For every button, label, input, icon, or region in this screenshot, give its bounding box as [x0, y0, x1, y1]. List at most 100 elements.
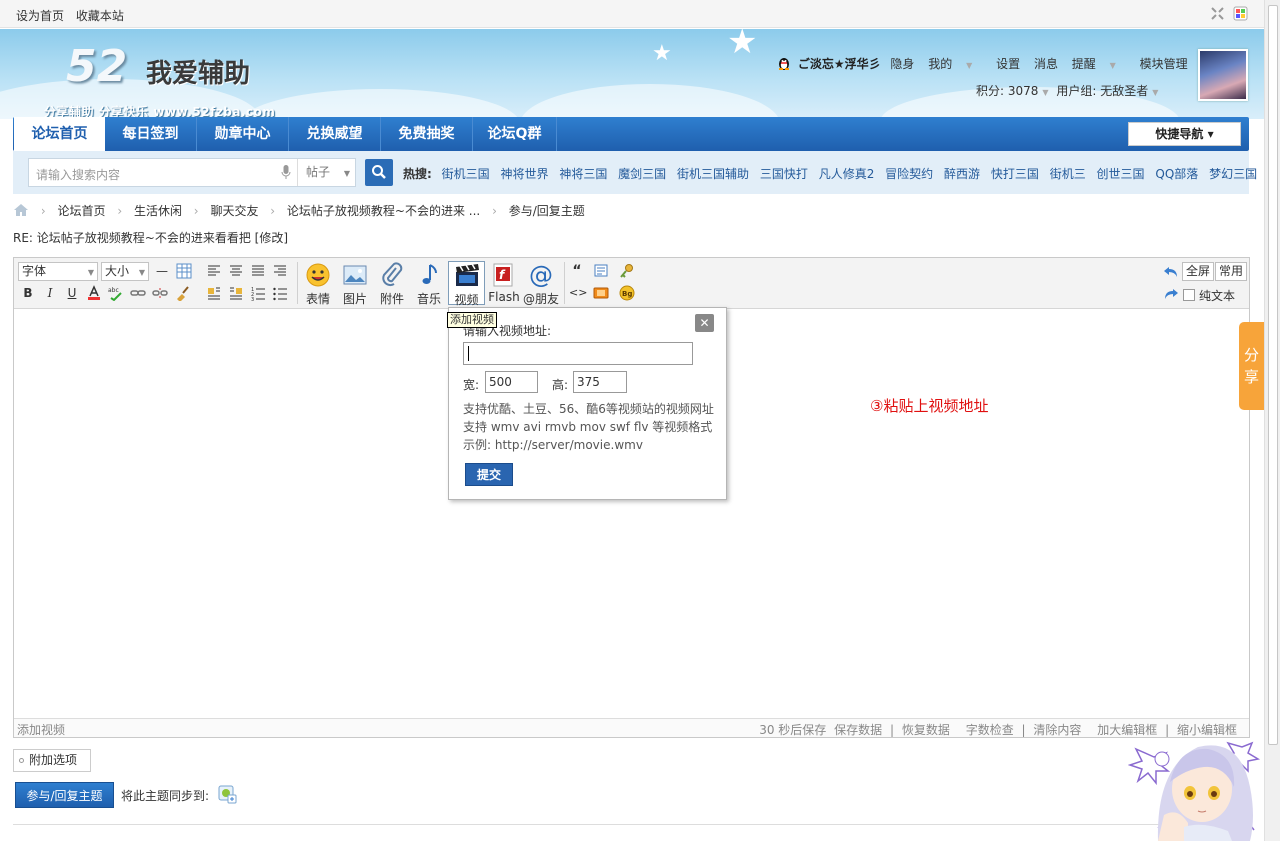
hide-content-icon[interactable] [593, 285, 609, 301]
hot-search-link[interactable]: 冒险契约 [885, 167, 933, 181]
hot-search-link[interactable]: 梦幻三国 [1209, 167, 1257, 181]
set-home-link[interactable]: 设为首页 [16, 9, 64, 23]
hot-search-link[interactable]: 醉西游 [944, 167, 980, 181]
clear-content-link[interactable]: 清除内容 [1033, 723, 1081, 737]
align-right-icon[interactable] [272, 263, 288, 279]
quick-nav-button[interactable]: 快捷导航 ▾ [1128, 122, 1241, 146]
scrollbar-thumb[interactable] [1268, 5, 1278, 745]
underline-icon[interactable]: U [64, 285, 80, 301]
qzone-sync-icon[interactable] [218, 785, 237, 804]
nav-item-forum-home[interactable]: 论坛首页 [14, 117, 105, 152]
search-bar: 请输入搜索内容 帖子 ▼ 热搜: 街机三国 神将世界 神将三国 魔剑三国 街机三… [13, 151, 1257, 194]
spellcheck-icon[interactable]: abc [108, 285, 124, 301]
hot-search-link[interactable]: 快打三国 [991, 167, 1039, 181]
nav-item-free-lottery[interactable]: 免费抽奖 [381, 117, 473, 151]
search-input[interactable]: 请输入搜索内容 帖子 ▼ [28, 158, 356, 187]
fullscreen-toggle-icon[interactable] [1210, 6, 1225, 21]
table-icon[interactable] [176, 263, 192, 279]
hot-search-link[interactable]: 创世三国 [1097, 167, 1145, 181]
word-count-link[interactable]: 字数检查 [966, 723, 1014, 737]
width-input[interactable]: 500 [485, 371, 538, 393]
video-url-input[interactable] [463, 342, 693, 365]
font-family-select[interactable]: 字体 ▼ [18, 262, 98, 281]
breadcrumb-item[interactable]: 生活休闲 [134, 204, 182, 218]
user-link-reminders[interactable]: 提醒 ▼ [1072, 57, 1126, 71]
points-label[interactable]: 积分: 3078 [976, 84, 1038, 98]
username-link[interactable]: ご淡忘★浮华彡 [798, 57, 881, 71]
user-link-module-manage[interactable]: 模块管理 [1140, 57, 1188, 71]
microphone-icon[interactable] [281, 165, 291, 180]
unlink-icon[interactable] [152, 285, 168, 301]
restore-data-link[interactable]: 恢复数据 [902, 723, 950, 737]
hot-search-link[interactable]: 三国快打 [760, 167, 808, 181]
ordered-list-icon[interactable]: 123 [250, 285, 266, 301]
hot-search-link[interactable]: 街机三国辅助 [677, 167, 749, 181]
hot-search-link[interactable]: 街机三国 [442, 167, 490, 181]
free-block-icon[interactable] [593, 263, 609, 279]
user-link-messages[interactable]: 消息 [1034, 57, 1058, 71]
background-icon[interactable]: Bg [619, 285, 635, 301]
align-center-icon[interactable] [228, 263, 244, 279]
text-color-icon[interactable] [86, 285, 102, 301]
nav-item-exchange-prestige[interactable]: 兑换威望 [289, 117, 381, 151]
attachment-button[interactable]: 附件 [374, 261, 410, 306]
hot-search-link[interactable]: 魔剑三国 [618, 167, 666, 181]
music-button[interactable]: 音乐 [411, 261, 447, 306]
nav-item-daily-checkin[interactable]: 每日签到 [105, 117, 197, 151]
breadcrumb-item[interactable]: 论坛帖子放视频教程~不会的进来 ... [287, 204, 480, 218]
hot-search-link[interactable]: QQ部落 [1155, 167, 1198, 181]
image-button[interactable]: 图片 [337, 261, 373, 306]
hot-search-link[interactable]: 街机三 [1050, 167, 1086, 181]
avatar[interactable] [1198, 49, 1248, 101]
nav-item-forum-qq-group[interactable]: 论坛Q群 [473, 117, 557, 151]
breadcrumb-item[interactable]: 论坛首页 [57, 204, 105, 218]
user-link-invisible[interactable]: 隐身 [890, 57, 914, 71]
italic-icon[interactable]: I [42, 285, 58, 301]
horizontal-rule-icon[interactable]: — [154, 263, 170, 279]
align-left-icon[interactable] [206, 263, 222, 279]
user-link-my[interactable]: 我的 ▼ [928, 57, 982, 71]
search-button[interactable] [365, 159, 393, 186]
flash-button[interactable]: f Flash [486, 261, 522, 305]
search-type-select[interactable]: 帖子 ▼ [297, 159, 357, 186]
plain-text-checkbox[interactable] [1183, 289, 1195, 301]
chevron-down-icon: ▼ [1109, 61, 1116, 70]
emoji-button[interactable]: 表情 [300, 261, 336, 306]
home-icon[interactable] [13, 203, 29, 217]
align-justify-icon[interactable] [250, 263, 266, 279]
undo-icon[interactable] [1163, 264, 1179, 280]
page-scrollbar[interactable] [1264, 0, 1280, 841]
share-side-tab[interactable]: 分享 [1239, 322, 1264, 410]
bold-icon[interactable]: B [20, 285, 36, 301]
mention-friend-button[interactable]: @ @朋友 [523, 261, 559, 306]
submit-video-button[interactable]: 提交 [465, 463, 513, 486]
link-icon[interactable] [130, 285, 146, 301]
hot-search-link[interactable]: 神将三国 [559, 167, 607, 181]
user-group-label[interactable]: 用户组: 无敌圣者 [1056, 84, 1148, 98]
reply-topic-button[interactable]: 参与/回复主题 [15, 782, 114, 808]
height-input[interactable]: 375 [573, 371, 627, 393]
code-icon[interactable]: <> [569, 285, 587, 301]
password-key-icon[interactable] [619, 263, 635, 279]
float-right-icon[interactable] [228, 285, 244, 301]
quote-icon[interactable]: “ [569, 263, 585, 279]
clear-format-icon[interactable] [174, 285, 190, 301]
user-link-settings[interactable]: 设置 [996, 57, 1020, 71]
video-button[interactable]: 视频 [448, 261, 485, 307]
breadcrumb-item[interactable]: 聊天交友 [210, 204, 258, 218]
float-left-icon[interactable] [206, 285, 222, 301]
extra-options-button[interactable]: 附加选项 [13, 749, 91, 772]
hot-search-link[interactable]: 凡人修真2 [819, 167, 875, 181]
save-data-link[interactable]: 保存数据 [834, 723, 882, 737]
close-icon[interactable]: ✕ [695, 314, 714, 332]
nav-item-medal-center[interactable]: 勋章中心 [197, 117, 289, 151]
chevron-right-icon: › [270, 204, 276, 218]
redo-icon[interactable] [1163, 286, 1179, 302]
hot-search-link[interactable]: 神将世界 [500, 167, 548, 181]
unordered-list-icon[interactable] [272, 285, 288, 301]
font-size-select[interactable]: 大小 ▼ [101, 262, 149, 281]
fullscreen-button[interactable]: 全屏 [1182, 262, 1215, 281]
bookmark-link[interactable]: 收藏本站 [76, 9, 124, 23]
theme-switch-icon[interactable] [1233, 6, 1248, 21]
common-button[interactable]: 常用 [1215, 262, 1248, 281]
